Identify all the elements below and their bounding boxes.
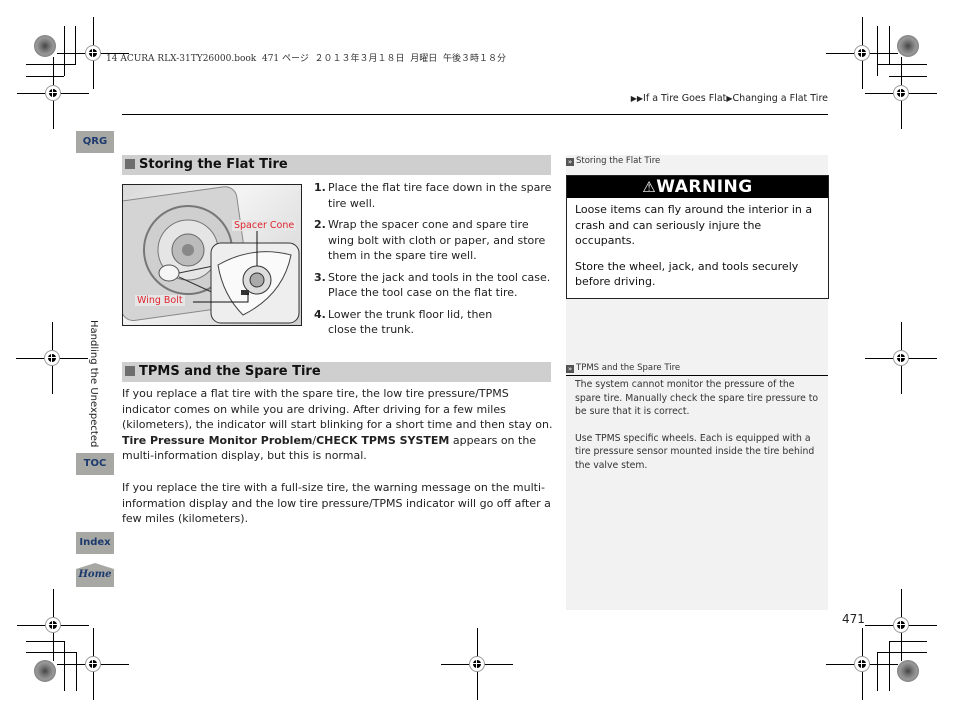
- crop-line: [877, 26, 878, 76]
- registration-disc: [34, 35, 56, 57]
- qrg-tab[interactable]: QRG: [76, 131, 114, 153]
- crop-line: [26, 64, 76, 65]
- callout-wing-bolt: Wing Bolt: [135, 295, 185, 306]
- page-number: 471: [842, 612, 865, 626]
- crop-line: [889, 26, 890, 65]
- warning-box: ⚠WARNING Loose items can fly around the …: [566, 175, 829, 299]
- chapter-label: Handling the Unexpected: [88, 320, 99, 448]
- note-rule: [566, 375, 828, 376]
- section-marker-icon: [125, 366, 135, 376]
- crop-line: [877, 652, 927, 653]
- double-arrow-icon: ▶▶: [630, 94, 644, 103]
- section-marker-icon: [125, 159, 135, 169]
- callout-spacer-cone: Spacer Cone: [232, 220, 297, 231]
- crop-line: [64, 641, 65, 691]
- section-header-storing-flat-tire: Storing the Flat Tire: [122, 155, 551, 175]
- step-item: 1. Place the flat tire face down in the s…: [314, 181, 552, 210]
- print-header: 14 ACURA RLX-31TY26000.book 471 ページ ２０１３…: [106, 54, 506, 64]
- crop-line: [889, 76, 927, 77]
- note-link-icon: »: [566, 365, 574, 373]
- crop-line: [889, 641, 890, 691]
- crop-line: [877, 64, 927, 65]
- step-item: 2. Wrap the spacer cone and spare tire wi…: [314, 218, 546, 262]
- crop-line: [75, 26, 76, 65]
- crop-line: [877, 652, 878, 691]
- crop-line: [64, 26, 65, 76]
- crop-line: [26, 652, 76, 653]
- breadcrumb-level2[interactable]: Changing a Flat Tire: [733, 93, 828, 104]
- crop-line: [76, 652, 77, 691]
- step-item: 4. Lower the trunk floor lid, then close …: [314, 307, 493, 337]
- note-title-tpms-spare-tire[interactable]: » TPMS and the Spare Tire: [566, 363, 680, 373]
- header-rule: [122, 114, 828, 115]
- step-item: 3. Store the jack and tools in the tool c…: [314, 270, 551, 300]
- steps-list: 1. Place the flat tire face down in the s…: [314, 180, 554, 344]
- warning-text: Loose items can fly around the interior …: [575, 203, 813, 288]
- index-tab[interactable]: Index: [76, 532, 114, 554]
- warning-triangle-icon: ⚠: [642, 178, 657, 196]
- tpms-note: The system cannot monitor the pressure o…: [575, 379, 819, 471]
- breadcrumb-level1[interactable]: If a Tire Goes Flat: [643, 93, 726, 104]
- breadcrumb: ▶▶If a Tire Goes Flat▶Changing a Flat Ti…: [631, 93, 828, 104]
- trunk-illustration: Spacer Cone Wing Bolt: [122, 184, 302, 326]
- home-button[interactable]: Home: [76, 563, 114, 587]
- home-label: Home: [78, 569, 112, 580]
- crop-line: [889, 641, 927, 642]
- warning-header: ⚠WARNING: [567, 176, 828, 198]
- crop-line: [26, 76, 64, 77]
- registration-disc: [897, 35, 919, 57]
- section-title: TPMS and the Spare Tire: [139, 364, 321, 379]
- tpms-paragraph-1: If you replace a flat tire with the spar…: [122, 387, 553, 462]
- toc-tab[interactable]: TOC: [76, 453, 114, 475]
- note-title-storing-flat-tire[interactable]: » Storing the Flat Tire: [566, 156, 660, 166]
- section-header-tpms-spare-tire: TPMS and the Spare Tire: [122, 362, 551, 382]
- crop-line: [26, 641, 64, 642]
- section-title: Storing the Flat Tire: [139, 157, 288, 172]
- note-link-icon: »: [566, 158, 574, 166]
- tpms-paragraph-2: If you replace the tire with a full-size…: [122, 481, 551, 525]
- registration-disc: [897, 660, 919, 682]
- registration-disc: [34, 660, 56, 682]
